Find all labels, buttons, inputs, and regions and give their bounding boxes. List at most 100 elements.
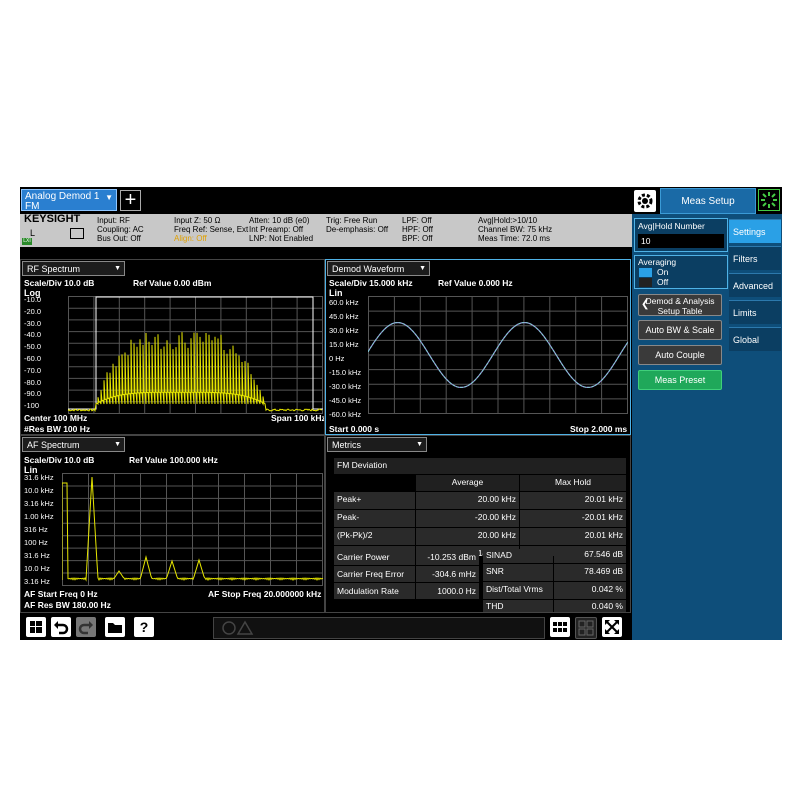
- status-trig-group: Trig: Free Run De-emphasis: Off: [326, 216, 388, 234]
- tab-global[interactable]: Global: [729, 327, 781, 351]
- avg-hold-group[interactable]: Avg|Hold Number 10: [634, 218, 728, 252]
- carrier-power-label: Carrier Power: [334, 549, 415, 565]
- status-trig: Trig: Free Run: [326, 216, 378, 225]
- thd-label: THD: [483, 600, 553, 612]
- averaging-label: Averaging: [638, 257, 677, 267]
- redo-icon[interactable]: [76, 617, 96, 637]
- tab-advanced[interactable]: Advanced: [729, 273, 781, 297]
- thd-value: 0.040 %: [554, 600, 626, 612]
- metrics-panel[interactable]: Metrics ▼ FM Deviation Average Max Hold …: [325, 435, 631, 613]
- dist-total-value: 0.042 %: [554, 582, 626, 599]
- y-tick-label: 3.16 Hz: [24, 577, 50, 586]
- analyzer-window: Analog Demod 1 FM ▼ + Meas Setup KEYSIGH…: [20, 187, 782, 640]
- metrics-title-text: Metrics: [332, 440, 361, 450]
- meas-setup-tab[interactable]: Meas Setup: [660, 188, 756, 214]
- y-tick-label: 15.0 kHz: [329, 340, 359, 349]
- averaging-group[interactable]: Averaging On Off: [634, 255, 728, 289]
- avg-hold-input[interactable]: 10: [638, 234, 724, 248]
- demod-analysis-setup-button[interactable]: ❮ Demod & Analysis Setup Table: [638, 294, 722, 316]
- rf-res-bw-label: #Res BW 100 Hz: [24, 424, 91, 434]
- fm-row-label: Peak+: [334, 492, 415, 509]
- chevron-down-icon: ▼: [419, 265, 426, 272]
- fullscreen-icon[interactable]: [602, 617, 622, 637]
- af-spectrum-panel[interactable]: AF Spectrum ▼ Scale/Div 10.0 dB Ref Valu…: [20, 435, 325, 613]
- af-spectrum-title[interactable]: AF Spectrum ▼: [22, 437, 125, 452]
- metrics-title[interactable]: Metrics ▼: [327, 437, 427, 452]
- status-coupling: Coupling: AC: [97, 225, 144, 234]
- fm-row-label: (Pk-Pk)/2: [334, 528, 415, 545]
- folder-icon[interactable]: [105, 617, 125, 637]
- help-button[interactable]: ?: [134, 617, 154, 637]
- af-stop-label: AF Stop Freq 20.000000 kHz: [208, 589, 322, 599]
- undo-icon[interactable]: [51, 617, 71, 637]
- af-spectrum-title-text: AF Spectrum: [27, 440, 80, 450]
- af-spectrum-plot: [62, 473, 323, 586]
- gear-icon[interactable]: [634, 190, 656, 212]
- y-tick-label: -30.0 kHz: [329, 382, 362, 391]
- y-tick-label: -100: [24, 401, 40, 411]
- tab-limits[interactable]: Limits: [729, 300, 781, 324]
- fm-row-label: Peak-: [334, 510, 415, 527]
- status-deemphasis: De-emphasis: Off: [326, 225, 389, 234]
- status-lnp: LNP: Not Enabled: [249, 234, 314, 243]
- demod-waveform-panel[interactable]: Demod Waveform ▼ Scale/Div 15.000 kHz Re…: [325, 259, 631, 435]
- carrier-freq-error-label: Carrier Freq Error: [334, 566, 415, 582]
- demod-analysis-label-2: Setup Table: [657, 306, 703, 316]
- message-bar[interactable]: [213, 617, 545, 639]
- layout-grid-icon[interactable]: [575, 617, 597, 639]
- top-bar: Analog Demod 1 FM ▼ + Meas Setup: [20, 187, 782, 214]
- y-tick-label: -50.0: [24, 342, 42, 352]
- af-scale-label: Scale/Div 10.0 dB: [24, 455, 95, 465]
- demod-waveform-title[interactable]: Demod Waveform ▼: [327, 261, 430, 276]
- y-tick-label: -30.0: [24, 318, 42, 328]
- dist-total-label: Dist/Total Vrms: [483, 582, 553, 599]
- carrier-freq-error-value: -304.6 mHz: [416, 566, 479, 582]
- modulation-rate-value: 1000.0 Hz: [416, 583, 479, 599]
- y-tick-label: 31.6 kHz: [24, 473, 54, 482]
- y-tick-label: 10.0 kHz: [24, 486, 54, 495]
- y-tick-label: 30.0 kHz: [329, 326, 359, 335]
- tab-settings[interactable]: Settings: [729, 219, 781, 243]
- rf-scale-label: Scale/Div 10.0 dB: [24, 278, 95, 288]
- status-lpf: LPF: Off: [402, 216, 432, 225]
- averaging-on-indicator[interactable]: [639, 268, 652, 277]
- tab-filters[interactable]: Filters: [729, 246, 781, 270]
- status-ref-group: Input Z: 50 Ω Freq Ref: Sense, Ext Align…: [174, 216, 248, 243]
- status-input: Input: RF: [97, 216, 130, 225]
- y-tick-label: -40.0: [24, 330, 42, 340]
- avg-column-header: Average: [416, 475, 519, 491]
- rf-spectrum-title[interactable]: RF Spectrum ▼: [22, 261, 125, 276]
- settings-panel: Avg|Hold Number 10 Averaging On Off ❮ De…: [632, 214, 782, 640]
- measurement-tab-mode: FM: [25, 201, 40, 212]
- chevron-down-icon: ▼: [114, 441, 121, 448]
- fm-row-avg: 20.00 kHz: [416, 492, 519, 509]
- y-tick-label: 45.0 kHz: [329, 312, 359, 321]
- meas-preset-button[interactable]: Meas Preset: [638, 370, 722, 390]
- bottom-bar: ?: [20, 613, 632, 640]
- windows-icon[interactable]: [26, 617, 46, 637]
- rf-spectrum-panel[interactable]: RF Spectrum ▼ Scale/Div 10.0 dB Ref Valu…: [20, 259, 325, 435]
- snr-value: 78.469 dB: [554, 564, 626, 581]
- auto-couple-button[interactable]: Auto Couple: [638, 345, 722, 365]
- averaging-off-indicator[interactable]: [639, 278, 652, 287]
- carrier-power-value: -10.253 dBm: [416, 549, 479, 565]
- rf-ref-label: Ref Value 0.00 dBm: [133, 278, 212, 288]
- y-tick-label: -60.0 kHz: [329, 410, 362, 419]
- y-tick-label: 0 Hz: [329, 354, 345, 363]
- fm-row-max: 20.01 kHz: [520, 528, 626, 545]
- modulation-rate-label: Modulation Rate: [334, 583, 415, 599]
- af-ref-label: Ref Value 100.000 kHz: [129, 455, 218, 465]
- status-input-z: Input Z: 50 Ω: [174, 216, 221, 225]
- multi-screen-icon[interactable]: [550, 617, 570, 637]
- demod-stop-label: Stop 2.000 ms: [570, 424, 628, 434]
- status-preamp: Int Preamp: Off: [249, 225, 304, 234]
- status-bpf: BPF: Off: [402, 234, 433, 243]
- measurement-tab[interactable]: Analog Demod 1 FM ▼: [21, 189, 117, 212]
- auto-bw-scale-button[interactable]: Auto BW & Scale: [638, 320, 722, 340]
- status-align: Align: Off: [174, 234, 207, 243]
- snr-label: SNR: [483, 564, 553, 581]
- chevron-down-icon: ▼: [114, 265, 121, 272]
- fm-row-max: 20.01 kHz: [520, 492, 626, 509]
- add-screen-button[interactable]: +: [120, 190, 141, 211]
- status-avg-hold: Avg|Hold:>10/10: [478, 216, 538, 225]
